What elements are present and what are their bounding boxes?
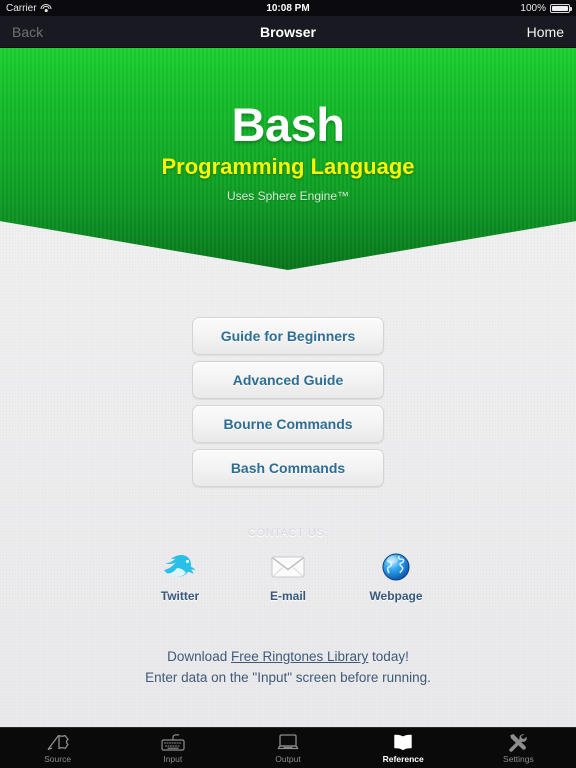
tab-label-settings: Settings bbox=[503, 753, 534, 764]
tab-input[interactable]: Input bbox=[115, 733, 230, 764]
hero-subtitle: Programming Language bbox=[161, 154, 415, 180]
battery-percent-label: 100% bbox=[520, 2, 546, 14]
free-ringtones-library-link[interactable]: Free Ringtones Library bbox=[231, 649, 368, 664]
contact-item-twitter[interactable]: Twitter bbox=[149, 550, 211, 603]
tab-bar: Source Input Output Reference Settings bbox=[0, 727, 576, 768]
menu-button-bash-commands[interactable]: Bash Commands bbox=[192, 449, 384, 487]
hero-tagline: Uses Sphere Engine™ bbox=[226, 189, 350, 204]
contact-heading: CONTACT US: bbox=[247, 527, 329, 539]
contact-icon-row: Twitter E-mail Webpage bbox=[0, 550, 576, 603]
back-button[interactable]: Back bbox=[12, 24, 43, 40]
tab-reference[interactable]: Reference bbox=[346, 733, 461, 764]
contact-item-email[interactable]: E-mail bbox=[257, 550, 319, 603]
footer-line-1: Download Free Ringtones Library today! bbox=[0, 647, 576, 668]
status-bar-right: 100% bbox=[520, 2, 572, 14]
footer-line1-prefix: Download bbox=[167, 649, 231, 664]
contact-label-webpage: Webpage bbox=[369, 589, 423, 603]
menu-button-bourne-commands[interactable]: Bourne Commands bbox=[192, 405, 384, 443]
keyboard-icon bbox=[161, 733, 185, 752]
tab-label-output: Output bbox=[275, 753, 301, 764]
envelope-icon bbox=[257, 550, 319, 584]
contact-label-email: E-mail bbox=[269, 589, 306, 603]
hero-title: Bash bbox=[231, 98, 345, 151]
open-book-icon bbox=[392, 733, 414, 752]
menu-button-list: Guide for Beginners Advanced Guide Bourn… bbox=[192, 317, 384, 487]
navigation-bar: Back Browser Home bbox=[0, 16, 576, 48]
home-button[interactable]: Home bbox=[527, 24, 564, 40]
tab-label-input: Input bbox=[163, 753, 183, 764]
status-bar-left: Carrier bbox=[6, 3, 52, 14]
page-title: Browser bbox=[259, 23, 317, 40]
content-area: Bash Programming Language Uses Sphere En… bbox=[0, 48, 576, 689]
menu-button-guide-for-beginners[interactable]: Guide for Beginners bbox=[192, 317, 384, 355]
contact-item-webpage[interactable]: Webpage bbox=[365, 550, 427, 603]
footer-line1-suffix: today! bbox=[368, 649, 409, 664]
carrier-label: Carrier bbox=[6, 2, 37, 14]
battery-full-icon bbox=[550, 3, 572, 13]
twitter-bird-icon bbox=[149, 550, 211, 584]
wifi-icon bbox=[40, 3, 52, 13]
menu-button-advanced-guide[interactable]: Advanced Guide bbox=[192, 361, 384, 399]
status-bar: Carrier 10:08 PM 100% bbox=[0, 0, 576, 16]
tab-label-source: Source bbox=[44, 753, 72, 764]
tab-label-reference: Reference bbox=[382, 753, 424, 764]
tab-source[interactable]: Source bbox=[0, 733, 115, 764]
globe-icon bbox=[365, 550, 427, 584]
contact-section: CONTACT US: Twitter E-mail Webpage bbox=[0, 527, 576, 603]
status-bar-time: 10:08 PM bbox=[266, 2, 310, 14]
pen-writing-icon bbox=[47, 733, 69, 752]
footer-text-block: Download Free Ringtones Library today! E… bbox=[0, 647, 576, 689]
footer-line-2: Enter data on the "Input" screen before … bbox=[145, 669, 431, 685]
hero-text-block: Bash Programming Language Uses Sphere En… bbox=[0, 98, 576, 204]
tools-icon bbox=[507, 733, 529, 752]
monitor-icon bbox=[277, 733, 299, 752]
tab-output[interactable]: Output bbox=[230, 733, 345, 764]
contact-label-twitter: Twitter bbox=[160, 589, 200, 603]
hero-banner: Bash Programming Language Uses Sphere En… bbox=[0, 48, 576, 270]
tab-settings[interactable]: Settings bbox=[461, 733, 576, 764]
